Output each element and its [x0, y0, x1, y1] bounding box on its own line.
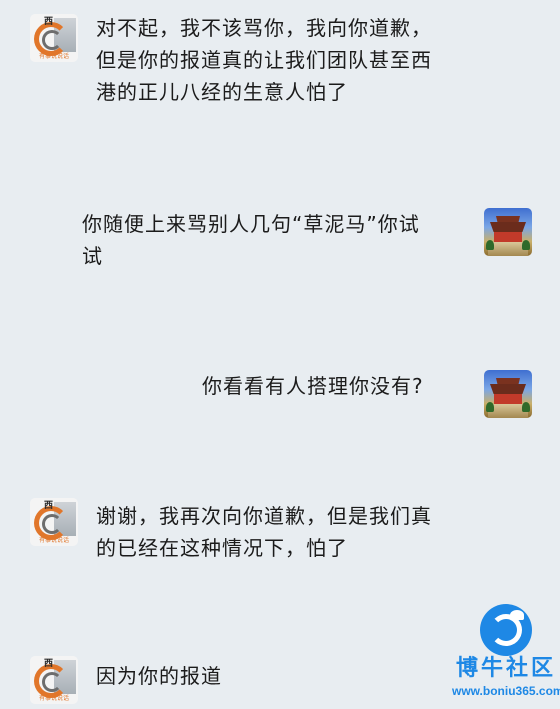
- message-text: 对不起，我不该骂你，我向你道歉， 但是你的报道真的让我们团队甚至西 港的正儿八经…: [96, 16, 432, 104]
- avatar-caption: 有事说说话: [38, 537, 69, 544]
- tree-icon: [486, 402, 494, 412]
- watermark-name: 博牛社区: [455, 656, 556, 681]
- temple-roof-icon: [490, 384, 526, 394]
- self-avatar[interactable]: [484, 370, 532, 418]
- message-text: 你随便上来骂别人几句“草泥马”你试 试: [82, 212, 420, 268]
- temple-roof-icon: [490, 222, 526, 232]
- message-text: 你看看有人搭理你没有?: [202, 374, 424, 398]
- avatar-caption: 有事说说话: [38, 53, 69, 60]
- self-avatar[interactable]: [484, 208, 532, 256]
- watermark-url: www.boniu365.com: [452, 684, 560, 698]
- bull-horn-icon: [510, 610, 524, 620]
- contact-avatar[interactable]: 西 有事说说话: [30, 14, 78, 62]
- avatar-caption: 有事说说话: [38, 695, 69, 702]
- contact-avatar[interactable]: 西 有事说说话: [30, 498, 78, 546]
- temple-hall-icon: [494, 394, 522, 404]
- tree-icon: [522, 402, 530, 412]
- avatar-mark: 西: [44, 659, 54, 669]
- bull-logo-icon: [480, 604, 532, 656]
- message-text: 谢谢，我再次向你道歉，但是我们真 的已经在这种情况下，怕了: [96, 504, 432, 560]
- avatar-mark: 西: [44, 501, 54, 511]
- contact-avatar[interactable]: 西 有事说说话: [30, 656, 78, 704]
- avatar-mark: 西: [44, 17, 54, 27]
- temple-hall-icon: [494, 232, 522, 242]
- message-text: 因为你的报道: [96, 664, 222, 688]
- logo-inner-arc-icon: [42, 514, 62, 534]
- logo-inner-arc-icon: [42, 672, 62, 692]
- tree-icon: [486, 240, 494, 250]
- logo-inner-arc-icon: [42, 30, 62, 50]
- tree-icon: [522, 240, 530, 250]
